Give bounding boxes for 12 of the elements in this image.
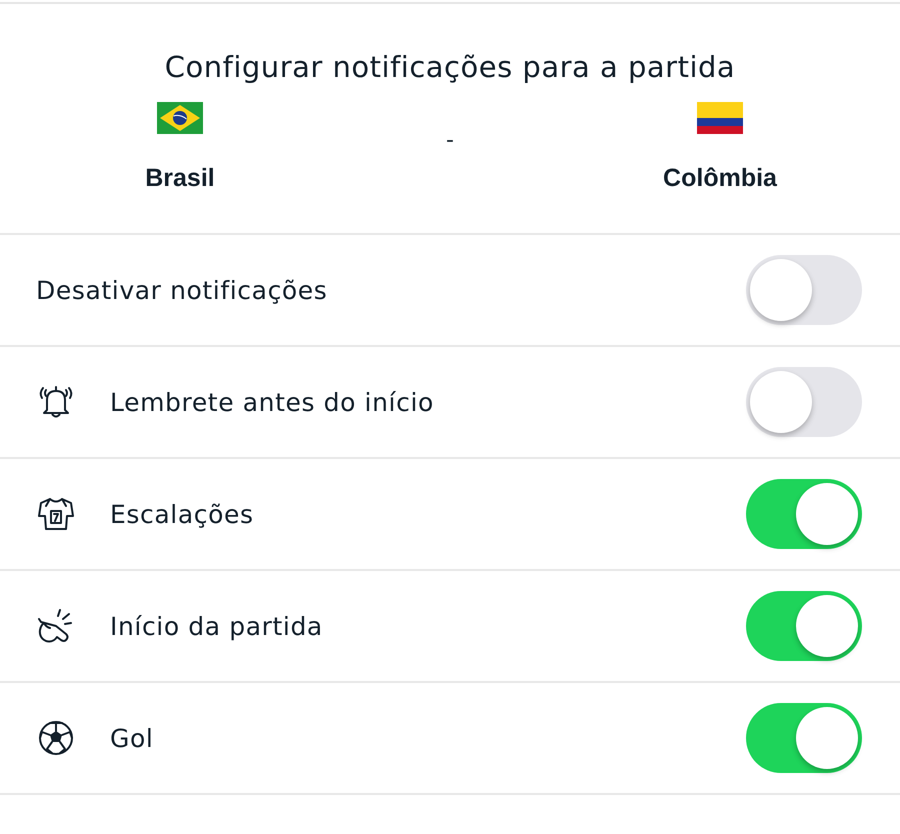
flag-icon xyxy=(697,102,743,134)
setting-label: Início da partida xyxy=(110,612,324,640)
dialog-title: Configurar notificações para a partida xyxy=(164,50,736,84)
setting-label: Gol xyxy=(110,724,154,752)
score-separator: - xyxy=(445,127,455,155)
team-name: Brasil xyxy=(145,164,215,193)
setting-label: Escalações xyxy=(110,500,255,528)
soccer-ball-icon xyxy=(36,718,76,758)
setting-label: Lembrete antes do início xyxy=(110,388,435,416)
flag-icon xyxy=(157,102,203,134)
team-name: Colômbia xyxy=(663,164,777,193)
setting-label: Desativar notificações xyxy=(36,276,328,304)
